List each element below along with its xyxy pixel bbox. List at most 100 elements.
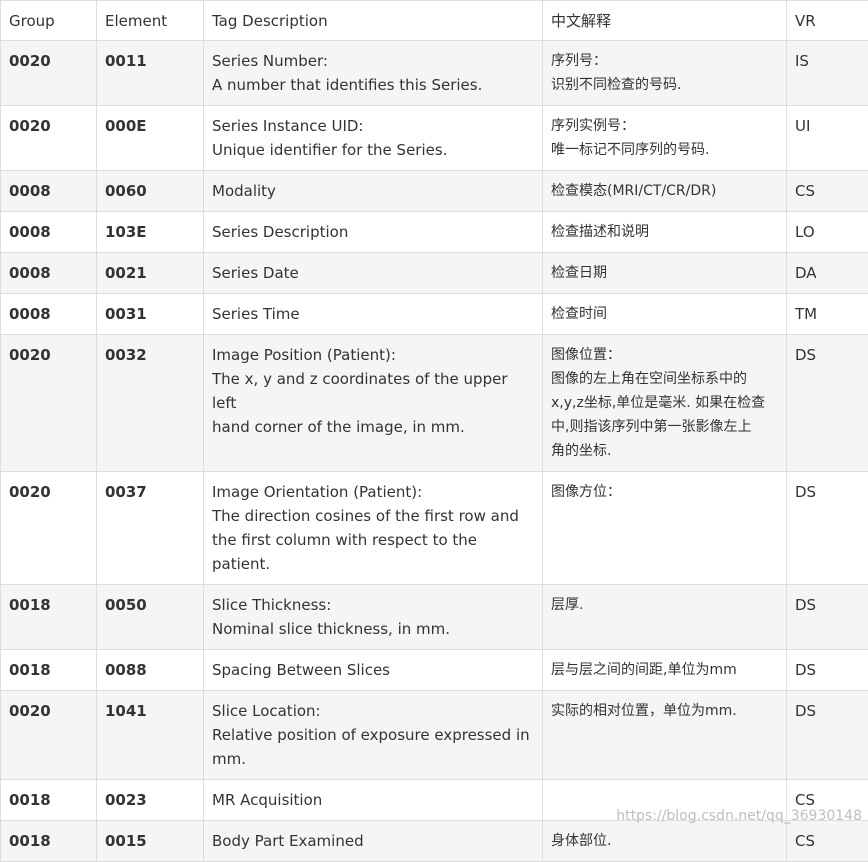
header-row: Group Element Tag Description 中文解释 VR <box>1 1 868 41</box>
cell-vr: DA <box>787 253 868 294</box>
chinese-line: 检查时间 <box>551 302 778 326</box>
description-line: The direction cosines of the first row a… <box>212 504 534 528</box>
cell-element: 0015 <box>97 821 204 862</box>
table-row: 00180088 Spacing Between Slices 层与层之间的间距,单… <box>1 650 868 691</box>
cell-description: Image Position (Patient):The x, y and z … <box>204 335 543 472</box>
chinese-line: 唯一标记不同序列的号码. <box>551 138 778 162</box>
cell-vr: DS <box>787 585 868 650</box>
cell-chinese: 序列实例号：唯一标记不同序列的号码. <box>543 106 787 171</box>
cell-vr: DS <box>787 650 868 691</box>
table-row: 00200037Image Orientation (Patient):The … <box>1 472 868 585</box>
description-line: Body Part Examined <box>212 829 534 853</box>
chinese-line: 识别不同检查的号码. <box>551 73 778 97</box>
chinese-line: 检查日期 <box>551 261 778 285</box>
cell-group: 0018 <box>1 780 97 821</box>
header-group: Group <box>1 1 97 41</box>
cell-group: 0020 <box>1 41 97 106</box>
description-line: Modality <box>212 179 534 203</box>
cell-chinese: 检查日期 <box>543 253 787 294</box>
table-row: 0020000ESeries Instance UID:Unique ident… <box>1 106 868 171</box>
cell-chinese <box>543 780 787 821</box>
description-line: mm. <box>212 747 534 771</box>
cell-chinese: 图像位置：图像的左上角在空间坐标系中的x,y,z坐标,单位是毫米. 如果在检查中… <box>543 335 787 472</box>
cell-description: Slice Thickness:Nominal slice thickness,… <box>204 585 543 650</box>
table-row: 0008103ESeries Description检查描述和说明LO <box>1 212 868 253</box>
cell-group: 0008 <box>1 253 97 294</box>
cell-vr: DS <box>787 472 868 585</box>
cell-description: Series Number:A number that identifies t… <box>204 41 543 106</box>
table-row: 00180050Slice Thickness:Nominal slice th… <box>1 585 868 650</box>
chinese-line: 实际的相对位置，单位为mm. <box>551 699 778 723</box>
cell-description: Series Time <box>204 294 543 335</box>
cell-element: 0023 <box>97 780 204 821</box>
table-row: 00200032Image Position (Patient):The x, … <box>1 335 868 472</box>
dicom-tag-table: Group Element Tag Description 中文解释 VR 00… <box>0 0 868 862</box>
cell-vr: IS <box>787 41 868 106</box>
cell-group: 0018 <box>1 821 97 862</box>
header-description: Tag Description <box>204 1 543 41</box>
description-line: Series Date <box>212 261 534 285</box>
cell-element: 0021 <box>97 253 204 294</box>
description-line: Spacing Between Slices <box>212 658 534 682</box>
cell-group: 0018 <box>1 585 97 650</box>
cell-element: 0031 <box>97 294 204 335</box>
description-line: the first column with respect to the pat… <box>212 528 534 576</box>
chinese-line: 序列号： <box>551 49 778 73</box>
description-line: Series Number: <box>212 49 534 73</box>
description-line: Slice Location: <box>212 699 534 723</box>
cell-description: Body Part Examined <box>204 821 543 862</box>
chinese-line: x,y,z坐标,单位是毫米. 如果在检查 <box>551 391 778 415</box>
cell-chinese: 检查时间 <box>543 294 787 335</box>
header-chinese: 中文解释 <box>543 1 787 41</box>
cell-group: 0020 <box>1 335 97 472</box>
cell-group: 0008 <box>1 212 97 253</box>
cell-chinese: 检查模态(MRI/CT/CR/DR) <box>543 171 787 212</box>
cell-vr: CS <box>787 821 868 862</box>
header-element: Element <box>97 1 204 41</box>
description-line: Unique identifier for the Series. <box>212 138 534 162</box>
table-row: 00180015 Body Part Examined 身体部位. CS <box>1 821 868 862</box>
cell-element: 0037 <box>97 472 204 585</box>
cell-vr: DS <box>787 691 868 780</box>
table-row: 00080060Modality检查模态(MRI/CT/CR/DR)CS <box>1 171 868 212</box>
chinese-line: 检查描述和说明 <box>551 220 778 244</box>
cell-chinese: 层与层之间的间距,单位为mm <box>543 650 787 691</box>
cell-chinese: 身体部位. <box>543 821 787 862</box>
cell-element: 0032 <box>97 335 204 472</box>
chinese-line: 图像位置： <box>551 343 778 367</box>
cell-description: Image Orientation (Patient):The directio… <box>204 472 543 585</box>
cell-description: MR Acquisition <box>204 780 543 821</box>
cell-vr: DS <box>787 335 868 472</box>
cell-vr: CS <box>787 780 868 821</box>
description-line: hand corner of the image, in mm. <box>212 415 534 439</box>
cell-vr: UI <box>787 106 868 171</box>
cell-chinese: 图像方位： <box>543 472 787 585</box>
chinese-line: 图像方位： <box>551 480 778 504</box>
cell-element: 000E <box>97 106 204 171</box>
cell-description: Spacing Between Slices <box>204 650 543 691</box>
cell-description: Series Date <box>204 253 543 294</box>
table-header: Group Element Tag Description 中文解释 VR <box>1 1 868 41</box>
chinese-line: 身体部位. <box>551 829 778 853</box>
description-line: MR Acquisition <box>212 788 534 812</box>
description-line: The x, y and z coordinates of the upper … <box>212 367 534 415</box>
description-line: Image Orientation (Patient): <box>212 480 534 504</box>
table-row: 00080021 Series Date 检查日期 DA <box>1 253 868 294</box>
description-line: Image Position (Patient): <box>212 343 534 367</box>
description-line: Series Instance UID: <box>212 114 534 138</box>
table-row: 00201041Slice Location:Relative position… <box>1 691 868 780</box>
header-vr: VR <box>787 1 868 41</box>
description-line: Slice Thickness: <box>212 593 534 617</box>
description-line: Series Time <box>212 302 534 326</box>
description-line: A number that identifies this Series. <box>212 73 534 97</box>
chinese-line: 角的坐标. <box>551 439 778 463</box>
chinese-line: 检查模态(MRI/CT/CR/DR) <box>551 179 778 203</box>
cell-element: 0060 <box>97 171 204 212</box>
cell-group: 0018 <box>1 650 97 691</box>
table-body: 00200011Series Number:A number that iden… <box>1 41 868 862</box>
description-line: Series Description <box>212 220 534 244</box>
cell-element: 0088 <box>97 650 204 691</box>
table-row: 00180023 MR Acquisition CS <box>1 780 868 821</box>
table-row: 00080031Series Time检查时间TM <box>1 294 868 335</box>
cell-description: Series Description <box>204 212 543 253</box>
